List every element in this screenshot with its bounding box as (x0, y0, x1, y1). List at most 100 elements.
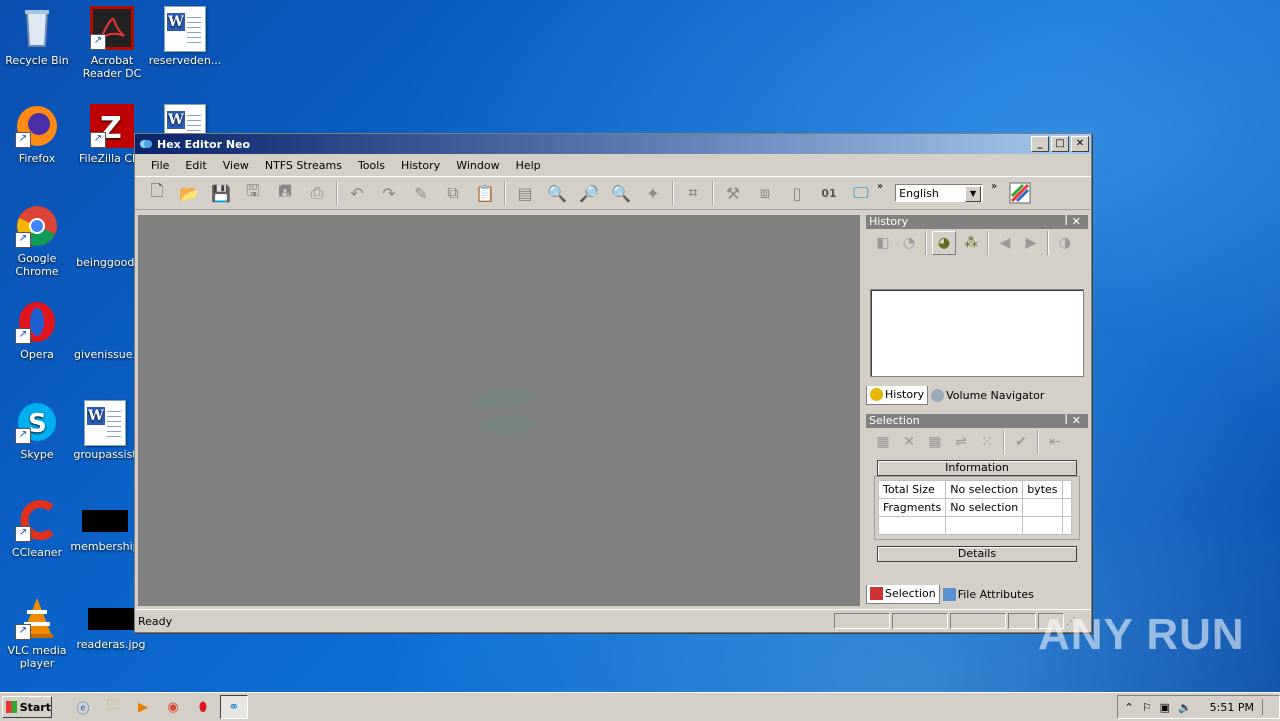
volume-icon[interactable]: 🔈 (1178, 701, 1192, 714)
chevron-up-icon[interactable]: ⌃ (1124, 701, 1133, 714)
history-forward-icon[interactable]: ▶ (1020, 232, 1042, 254)
history-list[interactable] (870, 289, 1084, 377)
offset-icon[interactable]: ⌗ (680, 180, 706, 206)
menu-edit[interactable]: Edit (177, 159, 214, 172)
toolbar-overflow-icon[interactable]: » (877, 181, 883, 192)
grid-icon[interactable]: ▦ (872, 431, 894, 453)
save-as-icon[interactable]: 🖫 (240, 180, 266, 206)
file-explorer-icon[interactable]: 🗀 (100, 696, 126, 718)
editor-workspace[interactable] (138, 215, 860, 606)
bookmark-icon[interactable]: ✦ (640, 180, 666, 206)
desktop-icon-skype[interactable]: S ↗ Skype (0, 400, 74, 461)
undo-icon[interactable]: ↶ (344, 180, 370, 206)
details-header[interactable]: Details (877, 546, 1077, 562)
internet-explorer-icon[interactable]: ⓔ (70, 696, 96, 718)
desktop-icon-acrobat[interactable]: ↗ Acrobat Reader DC (75, 6, 149, 80)
link-icon[interactable]: ⇌ (950, 431, 972, 453)
desktop-icon-firefox[interactable]: ↗ Firefox (0, 104, 74, 165)
redo-icon[interactable]: ↷ (376, 180, 402, 206)
history-list-icon[interactable]: ◧ (872, 232, 894, 254)
start-button[interactable]: Start (2, 696, 52, 718)
tab-file-attributes[interactable]: File Attributes (940, 585, 1037, 603)
desktop-icon-recycle-bin[interactable]: Recycle Bin (0, 6, 74, 67)
menu-help[interactable]: Help (508, 159, 549, 172)
minimize-button[interactable]: _ (1031, 136, 1049, 152)
information-header[interactable]: Information (877, 460, 1077, 476)
desktop-icon-groupassist[interactable]: W groupassist (68, 400, 142, 461)
hex-editor-taskbar-icon[interactable]: ⚭ (220, 695, 248, 719)
tab-history[interactable]: History (866, 385, 929, 405)
copy-icon[interactable]: ⧉ (440, 180, 466, 206)
menu-window[interactable]: Window (448, 159, 507, 172)
desktop-icon-ccleaner[interactable]: ↗ CCleaner (0, 498, 74, 559)
monitor-icon[interactable]: 🖵 (848, 180, 874, 206)
shortcut-arrow-icon: ↗ (15, 328, 31, 344)
desktop-icon-vlc[interactable]: ↗ VLC media player (0, 596, 74, 670)
shortcut-arrow-icon: ↗ (15, 526, 31, 542)
menu-ntfs-streams[interactable]: NTFS Streams (257, 159, 350, 172)
export-icon[interactable]: ⇤ (1044, 431, 1066, 453)
history-clear-icon[interactable]: ◑ (1054, 232, 1076, 254)
save-icon[interactable]: 💾 (208, 180, 234, 206)
binary-icon[interactable]: 01 (816, 180, 842, 206)
chrome-taskbar-icon[interactable]: ◉ (160, 696, 186, 718)
new-file-icon[interactable]: 🗋 (144, 180, 170, 206)
taskbar: Start ⓔ 🗀 ▶ ◉ ⬮ ⚭ ⌃ ⚐ ▣ 🔈 5:51 PM (0, 692, 1280, 721)
document-icon[interactable]: ▯ (784, 180, 810, 206)
vlc-icon: ↗ (15, 596, 59, 640)
status-bar: Ready ⋰ (135, 609, 1091, 632)
select-icon[interactable]: ⁙ (976, 431, 998, 453)
history-branch-icon[interactable]: ⁂ (960, 232, 982, 254)
open-file-icon[interactable]: 📂 (176, 180, 202, 206)
pin-close-icons[interactable]: ꟾ✕ (1065, 215, 1085, 229)
desktop-icon-beinggood[interactable]: beinggood. (70, 204, 144, 269)
desktop-icon-reserveden[interactable]: W reserveden... (148, 6, 222, 67)
desktop-icon-chrome[interactable]: ↗ Google Chrome (0, 204, 74, 278)
find-icon[interactable]: 🔍 (544, 180, 570, 206)
shortcut-arrow-icon: ↗ (90, 132, 106, 148)
desktop-icon-membership[interactable]: membership (68, 498, 142, 553)
title-bar[interactable]: Hex Editor Neo _ □ ✕ (135, 134, 1091, 154)
menu-file[interactable]: File (143, 159, 177, 172)
clipboard-icon[interactable]: ▤ (512, 180, 538, 206)
find-previous-icon[interactable]: 🔍 (608, 180, 634, 206)
desktop-icon-opera[interactable]: ↗ Opera (0, 300, 74, 361)
shortcut-arrow-icon: ↗ (90, 34, 106, 50)
desktop-icon-givenissue[interactable]: givenissue. (68, 300, 142, 361)
hex-editor-window: Hex Editor Neo _ □ ✕ File Edit View NTFS… (134, 133, 1092, 633)
show-desktop-button[interactable] (1262, 699, 1273, 715)
find-next-icon[interactable]: 🔎 (576, 180, 602, 206)
opera-taskbar-icon[interactable]: ⬮ (190, 696, 216, 718)
language-select[interactable]: English ▼ (895, 184, 984, 202)
menu-history[interactable]: History (393, 159, 448, 172)
checkmark-icon[interactable]: ✔ (1010, 431, 1032, 453)
grid-alt-icon[interactable]: ▦ (924, 431, 946, 453)
tab-volume-navigator[interactable]: Volume Navigator (928, 386, 1047, 404)
network-icon[interactable]: ▣ (1160, 701, 1170, 714)
maximize-button[interactable]: □ (1051, 136, 1069, 152)
history-active-icon[interactable]: ◕ (932, 231, 956, 255)
toolbar-overflow-icon[interactable]: » (991, 181, 997, 192)
tab-selection[interactable]: Selection (866, 584, 940, 604)
history-back-icon[interactable]: ◀ (994, 232, 1016, 254)
pin-close-icons[interactable]: ꟾ✕ (1065, 414, 1085, 428)
save-all-icon[interactable]: 🖪 (272, 180, 298, 206)
colorful-chart-icon[interactable] (1007, 180, 1033, 206)
paste-icon[interactable]: 📋 (472, 180, 498, 206)
clock[interactable]: 5:51 PM (1210, 701, 1254, 714)
print-icon[interactable]: ⎙ (304, 180, 330, 206)
opera-icon: ↗ (15, 300, 59, 344)
acrobat-icon: ↗ (90, 6, 134, 50)
media-player-icon[interactable]: ▶ (130, 696, 156, 718)
menu-view[interactable]: View (215, 159, 257, 172)
menu-tools[interactable]: Tools (350, 159, 393, 172)
history-clock-icon[interactable]: ◔ (898, 232, 920, 254)
tool-a-icon[interactable]: ⚒ (720, 180, 746, 206)
structure-icon[interactable]: ⧈ (752, 180, 778, 206)
edit-icon[interactable]: ✎ (408, 180, 434, 206)
file-thumbnail (82, 510, 128, 532)
close-button[interactable]: ✕ (1071, 136, 1089, 152)
status-cell (1008, 613, 1036, 629)
flag-icon[interactable]: ⚐ (1142, 701, 1152, 714)
delete-icon[interactable]: ✕ (898, 431, 920, 453)
